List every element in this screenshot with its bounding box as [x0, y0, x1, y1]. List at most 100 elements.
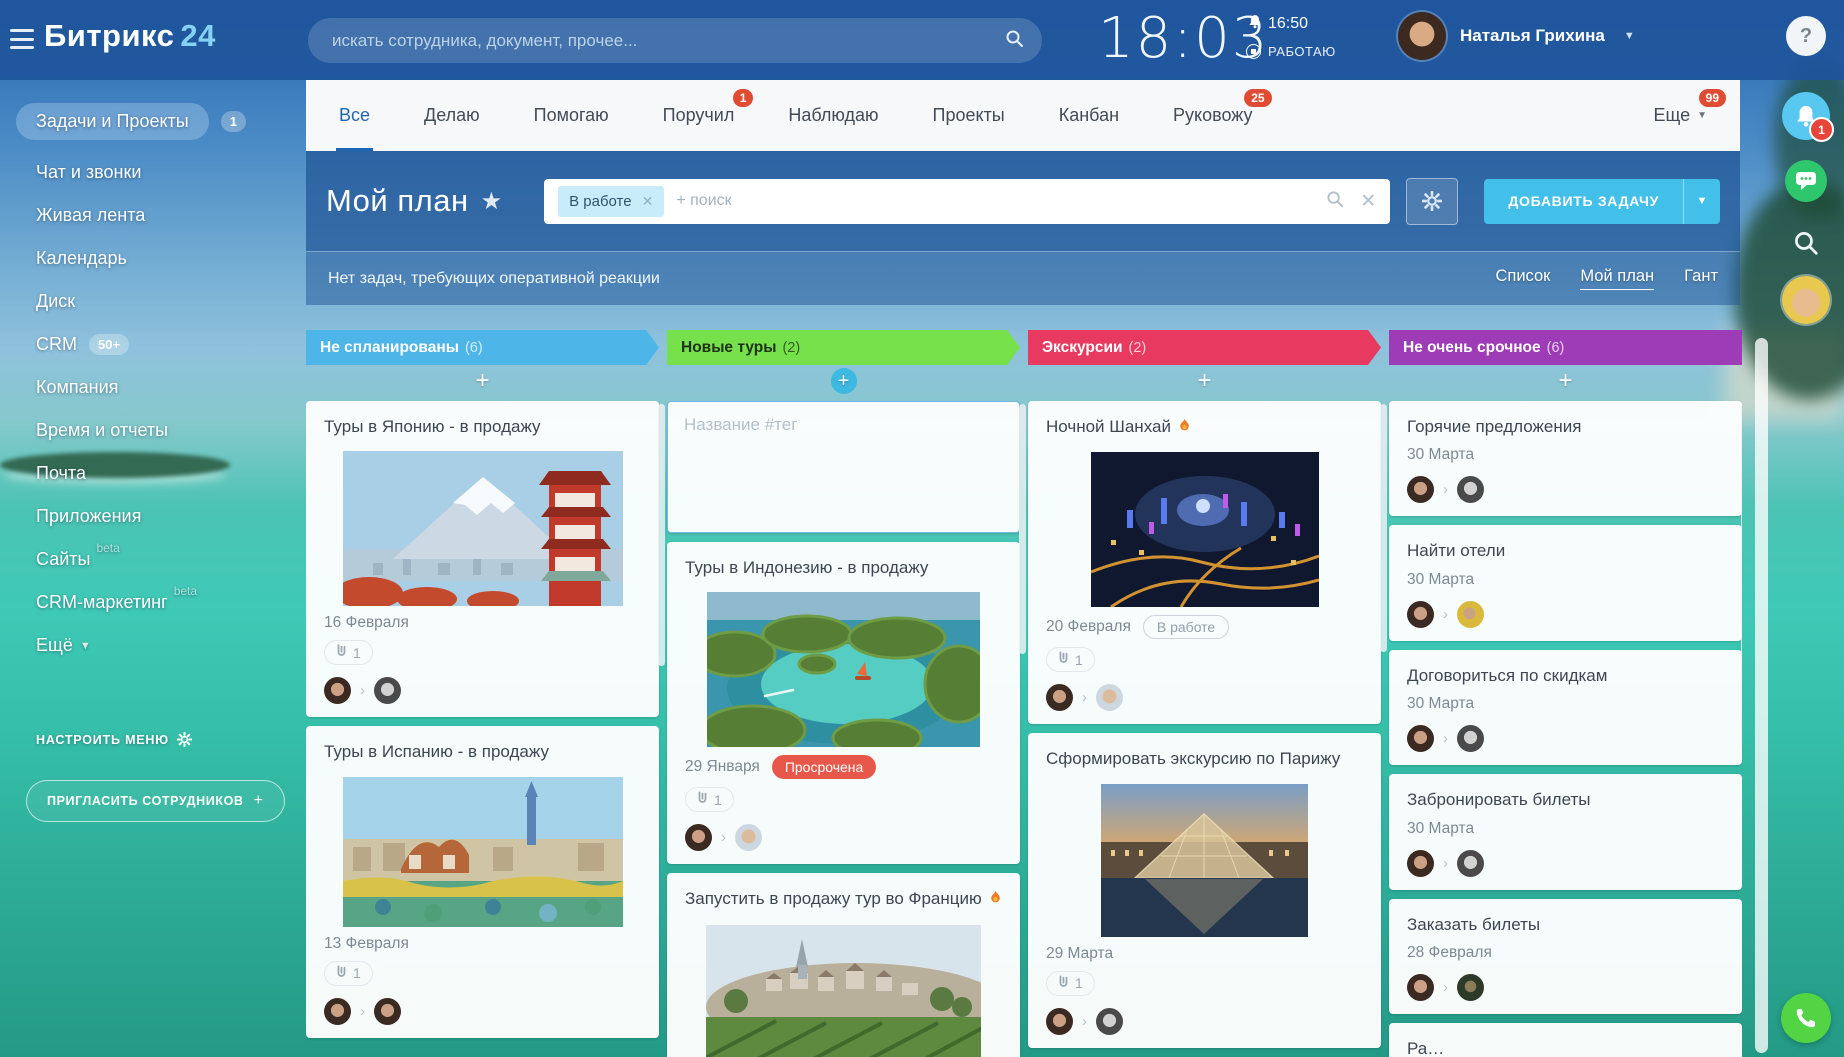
- new-task-card[interactable]: [667, 401, 1020, 533]
- task-card[interactable]: Ночной Шанхай20 ФевраляВ работе1›: [1028, 401, 1381, 724]
- task-card[interactable]: Горячие предложения30 Марта›: [1389, 401, 1742, 516]
- sidebar-item-чат-и-звонки[interactable]: Чат и звонки: [0, 151, 306, 194]
- assignee-avatar[interactable]: [1457, 725, 1484, 752]
- user-menu[interactable]: Наталья Грихина ▼: [1398, 12, 1635, 60]
- assignee-avatar[interactable]: [1457, 601, 1484, 628]
- assignee-avatar[interactable]: [324, 677, 351, 704]
- view-список[interactable]: Список: [1495, 267, 1550, 290]
- filter-chip[interactable]: В работе ✕: [558, 186, 664, 217]
- chip-close-icon[interactable]: ✕: [642, 193, 654, 210]
- assignee-avatar[interactable]: [1407, 476, 1434, 503]
- assignee-avatar[interactable]: [1457, 974, 1484, 1001]
- column-scrollbar[interactable]: [1019, 404, 1026, 654]
- tab-поручил[interactable]: Поручил1: [636, 80, 762, 151]
- sidebar-item-календарь[interactable]: Календарь: [0, 237, 306, 280]
- add-card-button[interactable]: +: [1389, 365, 1742, 397]
- sidebar-item-диск[interactable]: Диск: [0, 280, 306, 323]
- task-card[interactable]: Ра…: [1389, 1023, 1742, 1057]
- tab-еще[interactable]: Еще▼99: [1626, 80, 1734, 151]
- sidebar-item-crm-маркетинг[interactable]: CRM-маркетингbeta: [0, 581, 306, 624]
- add-task-button[interactable]: ДОБАВИТЬ ЗАДАЧУ ▼: [1484, 179, 1720, 224]
- new-task-title-input[interactable]: [682, 414, 1009, 436]
- task-card[interactable]: Туры в Японию - в продажу16 Февраля1›: [306, 401, 659, 717]
- phone-call-button[interactable]: [1781, 993, 1831, 1043]
- column-header[interactable]: Экскурсии(2): [1028, 330, 1381, 365]
- column-scrollbar[interactable]: [1380, 404, 1387, 652]
- column-header[interactable]: Не спланированы(6): [306, 330, 659, 365]
- sidebar-item-время-и-отчеты[interactable]: Время и отчеты: [0, 409, 306, 452]
- sidebar-item-почта[interactable]: Почта: [0, 452, 306, 495]
- bitrix24-logo[interactable]: Битрикс24: [44, 18, 216, 54]
- page-scrollbar[interactable]: [1755, 338, 1768, 1053]
- task-card[interactable]: Сформировать экскурсию по Парижу29 Марта…: [1028, 733, 1381, 1047]
- assignee-avatar[interactable]: [1407, 725, 1434, 752]
- filter-clear-icon[interactable]: ✕: [1360, 190, 1376, 213]
- board-settings-button[interactable]: [1406, 178, 1458, 225]
- support-chat-button[interactable]: [1785, 160, 1827, 202]
- hamburger-menu-icon[interactable]: [10, 29, 34, 49]
- tab-делаю[interactable]: Делаю: [397, 80, 507, 151]
- column-header[interactable]: Новые туры(2): [667, 330, 1020, 365]
- assignee-avatar[interactable]: [1096, 1008, 1123, 1035]
- column-scrollbar[interactable]: [658, 404, 665, 666]
- task-card[interactable]: Договориться по скидкам30 Марта›: [1389, 650, 1742, 765]
- task-card[interactable]: Туры в Испанию - в продажу13 Февраля1›: [306, 726, 659, 1037]
- assignee-avatar[interactable]: [685, 824, 712, 851]
- view-гант[interactable]: Гант: [1684, 267, 1718, 290]
- global-search-input[interactable]: [308, 31, 1005, 51]
- assignee-avatar[interactable]: [1046, 684, 1073, 711]
- sidebar-item-задачи-и-проекты[interactable]: Задачи и Проекты1: [0, 92, 306, 151]
- search-icon[interactable]: [1005, 29, 1024, 53]
- tab-проекты[interactable]: Проекты: [906, 80, 1032, 151]
- assignee-avatar[interactable]: [1457, 476, 1484, 503]
- sidebar-item-приложения[interactable]: Приложения: [0, 495, 306, 538]
- global-search[interactable]: [308, 18, 1042, 63]
- sidebar-item-живая-лента[interactable]: Живая лента: [0, 194, 306, 237]
- attachment-count: 1: [353, 645, 361, 661]
- rail-search-button[interactable]: [1791, 228, 1821, 258]
- view-мой-план[interactable]: Мой план: [1580, 267, 1654, 290]
- assignee-avatar[interactable]: [1046, 1008, 1073, 1035]
- assistant-avatar[interactable]: [1782, 276, 1830, 324]
- assignee-avatar[interactable]: [324, 998, 351, 1025]
- add-card-button[interactable]: +: [1028, 365, 1381, 397]
- task-card[interactable]: Туры в Индонезию - в продажу29 ЯнваряПро…: [667, 542, 1020, 864]
- favorite-star-icon[interactable]: ★: [481, 187, 503, 216]
- sidebar-item-ещ-[interactable]: Ещё▼: [0, 624, 306, 667]
- task-meta: 30 Марта: [1407, 695, 1724, 713]
- add-task-dropdown[interactable]: ▼: [1683, 179, 1720, 224]
- sidebar-item-компания[interactable]: Компания: [0, 366, 306, 409]
- column-scrollbar[interactable]: [1741, 404, 1742, 750]
- task-card[interactable]: Заказать билеты28 Февраля›: [1389, 899, 1742, 1014]
- task-title: Туры в Японию - в продажу: [324, 416, 641, 438]
- assignee-avatar[interactable]: [1457, 850, 1484, 877]
- sidebar-item-crm[interactable]: CRM50+: [0, 323, 306, 366]
- assignee-avatar[interactable]: [1096, 684, 1123, 711]
- notifications-button[interactable]: 1: [1782, 92, 1830, 140]
- task-card[interactable]: Запустить в продажу тур во Францию: [667, 873, 1020, 1057]
- task-card[interactable]: Забронировать билеты30 Марта›: [1389, 774, 1742, 889]
- filter-search-icon[interactable]: [1326, 190, 1344, 213]
- task-card[interactable]: Найти отели30 Марта›: [1389, 525, 1742, 640]
- sidebar-item-сайты[interactable]: Сайтыbeta: [0, 538, 306, 581]
- work-status-toggle[interactable]: РАБОТАЮ: [1246, 44, 1336, 59]
- assignee-avatar[interactable]: [1407, 850, 1434, 877]
- tab-наблюдаю[interactable]: Наблюдаю: [761, 80, 905, 151]
- assignee-avatar[interactable]: [1407, 601, 1434, 628]
- assignee-avatar[interactable]: [374, 998, 401, 1025]
- add-card-button[interactable]: +: [667, 365, 1020, 397]
- add-card-button[interactable]: +: [306, 365, 659, 397]
- filter-search-input[interactable]: [664, 192, 1326, 210]
- assignee-avatar[interactable]: [1407, 974, 1434, 1001]
- help-button[interactable]: ?: [1786, 16, 1826, 56]
- tab-помогаю[interactable]: Помогаю: [507, 80, 636, 151]
- tab-руковожу[interactable]: Руковожу25: [1146, 80, 1280, 151]
- assignee-avatar[interactable]: [374, 677, 401, 704]
- column-header[interactable]: Не очень срочное(6): [1389, 330, 1742, 365]
- invite-employees-button[interactable]: ПРИГЛАСИТЬ СОТРУДНИКОВ +: [26, 780, 285, 822]
- tab-все[interactable]: Все: [312, 80, 397, 151]
- assignee-avatar[interactable]: [735, 824, 762, 851]
- configure-menu-button[interactable]: НАСТРОИТЬ МЕНЮ: [36, 732, 192, 747]
- task-filter[interactable]: В работе ✕ ✕: [544, 179, 1390, 224]
- tab-канбан[interactable]: Канбан: [1032, 80, 1146, 151]
